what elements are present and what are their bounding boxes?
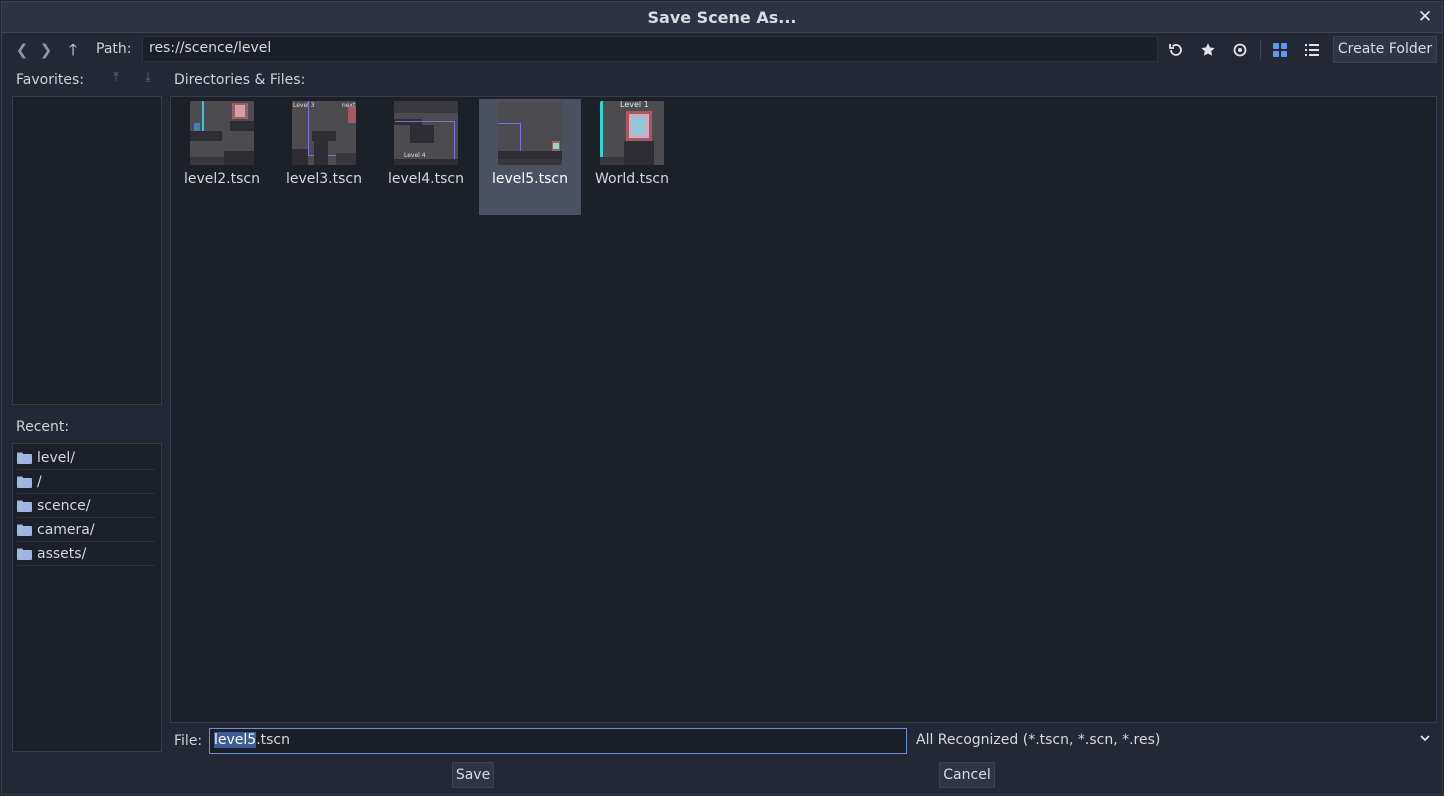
file-name: level2.tscn	[183, 171, 260, 187]
recent-item-assets[interactable]: assets/	[17, 542, 155, 566]
directories-files-label: Directories & Files:	[174, 72, 306, 88]
file-tile-level2[interactable]: level2.tscn	[171, 99, 273, 215]
file-name: level4.tscn	[387, 171, 464, 187]
chevron-down-icon	[1419, 732, 1431, 748]
toolbar-separator	[1260, 40, 1261, 60]
move-favorite-up-icon[interactable]: ⤒	[107, 70, 125, 90]
folder-icon	[17, 548, 32, 560]
file-tile-world[interactable]: Level 1 World.tscn	[581, 99, 683, 215]
forward-icon[interactable]: ❯	[36, 38, 56, 62]
folder-icon	[17, 500, 32, 512]
recent-item-camera[interactable]: camera/	[17, 518, 155, 542]
scene-thumbnail	[498, 101, 562, 165]
path-label: Path:	[96, 41, 132, 57]
save-button[interactable]: Save	[452, 762, 494, 788]
recent-item-label: camera/	[37, 521, 95, 538]
file-name-selected-text: level5	[214, 732, 257, 748]
scene-thumbnail	[190, 101, 254, 165]
list-view-icon[interactable]	[1299, 38, 1325, 62]
title-bar: Save Scene As... ✕	[2, 2, 1442, 33]
file-name-rest-text: .tscn	[256, 732, 291, 748]
scene-thumbnail: Level 4	[394, 101, 458, 165]
folder-icon	[17, 452, 32, 464]
folder-icon	[17, 524, 32, 536]
file-filter-select[interactable]: All Recognized (*.tscn, *.scn, *.res)	[910, 728, 1437, 754]
favorite-star-icon[interactable]	[1195, 38, 1221, 62]
favorites-label: Favorites:	[16, 72, 84, 88]
file-name: level3.tscn	[285, 171, 362, 187]
recent-label: Recent:	[16, 419, 70, 435]
path-input[interactable]: res://scence/level	[142, 36, 1158, 62]
save-scene-dialog: Save Scene As... ✕ ❮ ❯ 🡑 Path: res://sce…	[1, 1, 1443, 795]
move-favorite-down-icon[interactable]: ⤓	[139, 70, 157, 90]
close-icon[interactable]: ✕	[1414, 6, 1436, 28]
file-tile-level5[interactable]: level5.tscn	[479, 99, 581, 215]
dialog-title: Save Scene As...	[647, 8, 797, 27]
recent-item-label: /	[37, 473, 42, 490]
file-name: World.tscn	[595, 171, 669, 187]
recent-item-label: assets/	[37, 545, 87, 562]
file-tile-level3[interactable]: Level 3 next level3.tscn	[273, 99, 375, 215]
recent-item-scence[interactable]: scence/	[17, 494, 155, 518]
path-toolbar: ❮ ❯ 🡑 Path: res://scence/level Create Fo…	[2, 36, 1442, 64]
back-icon[interactable]: ❮	[12, 38, 32, 62]
grid-view-icon[interactable]	[1267, 38, 1293, 62]
file-tile-level4[interactable]: Level 4 level4.tscn	[375, 99, 477, 215]
recent-item-label: level/	[37, 449, 76, 466]
filter-value: All Recognized (*.tscn, *.scn, *.res)	[916, 732, 1161, 748]
recent-item-level[interactable]: level/	[17, 446, 155, 470]
scene-thumbnail: Level 3 next	[292, 101, 356, 165]
file-name: level5.tscn	[491, 171, 568, 187]
folder-icon	[17, 476, 32, 488]
thumb-text-level3: Level 3	[293, 102, 315, 109]
favorites-list[interactable]	[12, 96, 162, 405]
file-label: File:	[174, 733, 203, 749]
refresh-icon[interactable]	[1163, 38, 1189, 62]
recent-list: level/ / scence/ camera/ assets/	[12, 443, 162, 752]
thumb-text-level4: Level 4	[404, 152, 426, 159]
create-folder-button[interactable]: Create Folder	[1333, 36, 1437, 63]
recent-item-root[interactable]: /	[17, 470, 155, 494]
file-browser: level2.tscn Level 3 next level3.tscn Lev…	[170, 96, 1437, 723]
file-name-input[interactable]: level5.tscn	[209, 728, 907, 754]
show-hidden-eye-icon[interactable]	[1227, 38, 1253, 62]
scene-thumbnail: Level 1	[600, 101, 664, 165]
parent-folder-icon[interactable]: 🡑	[63, 38, 83, 62]
thumb-text-world: Level 1	[620, 101, 649, 109]
cancel-button[interactable]: Cancel	[939, 762, 995, 788]
recent-item-label: scence/	[37, 497, 91, 514]
